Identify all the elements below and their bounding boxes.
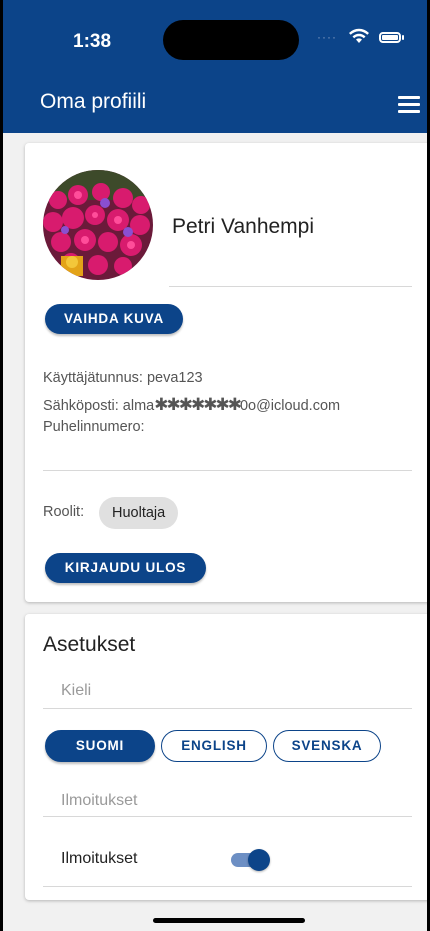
settings-title: Asetukset xyxy=(43,633,136,656)
roles-label: Roolit: xyxy=(43,504,85,520)
notifications-toggle[interactable] xyxy=(229,849,271,871)
profile-card: Petri Vanhempi VAIHDA KUVA Käyttäjätunnu… xyxy=(25,143,427,602)
divider xyxy=(43,816,412,817)
divider xyxy=(43,886,412,887)
change-photo-button[interactable]: VAIHDA KUVA xyxy=(45,304,183,334)
phone-screen: 1:38 ···· Oma profiili Petri Vanhempi VA… xyxy=(0,0,430,931)
email-line: Sähköposti: alma✱✱✱✱✱✱✱0o@icloud.com xyxy=(43,395,340,415)
app-header: 1:38 ···· Oma profiili xyxy=(3,0,427,133)
role-chip: Huoltaja xyxy=(99,497,179,529)
logout-button[interactable]: KIRJAUDU ULOS xyxy=(45,553,206,583)
email-suffix: 0o@icloud.com xyxy=(239,398,341,414)
home-indicator[interactable] xyxy=(153,918,305,923)
notifications-section-label: Ilmoitukset xyxy=(61,792,138,809)
notifications-toggle-label: Ilmoitukset xyxy=(61,850,138,867)
settings-card: Asetukset Kieli SUOMI ENGLISH SVENSKA Il… xyxy=(25,614,427,900)
battery-tip xyxy=(402,35,404,40)
toggle-thumb[interactable] xyxy=(248,849,270,871)
user-name: Petri Vanhempi xyxy=(172,215,315,238)
language-swedish-button[interactable]: SVENSKA xyxy=(273,730,381,762)
language-english-button[interactable]: ENGLISH xyxy=(161,730,267,762)
status-time: 1:38 xyxy=(73,31,112,52)
email-prefix: Sähköposti: alma xyxy=(43,398,155,414)
divider xyxy=(169,286,412,287)
avatar xyxy=(43,170,153,280)
email-mask: ✱✱✱✱✱✱✱ xyxy=(154,395,242,414)
battery-icon xyxy=(379,32,401,43)
dynamic-island xyxy=(163,20,299,60)
divider xyxy=(43,708,412,709)
flower-photo xyxy=(43,170,153,280)
divider xyxy=(43,470,412,471)
wifi-icon xyxy=(349,28,369,43)
language-finnish-button[interactable]: SUOMI xyxy=(45,730,155,762)
cellular-signal-icon: ···· xyxy=(317,30,337,44)
phone-line: Puhelinnumero: xyxy=(43,419,145,435)
language-label: Kieli xyxy=(61,682,92,699)
username-line: Käyttäjätunnus: peva123 xyxy=(43,370,203,386)
page-title: Oma profiili xyxy=(40,90,147,113)
hamburger-menu-icon[interactable] xyxy=(398,96,420,113)
